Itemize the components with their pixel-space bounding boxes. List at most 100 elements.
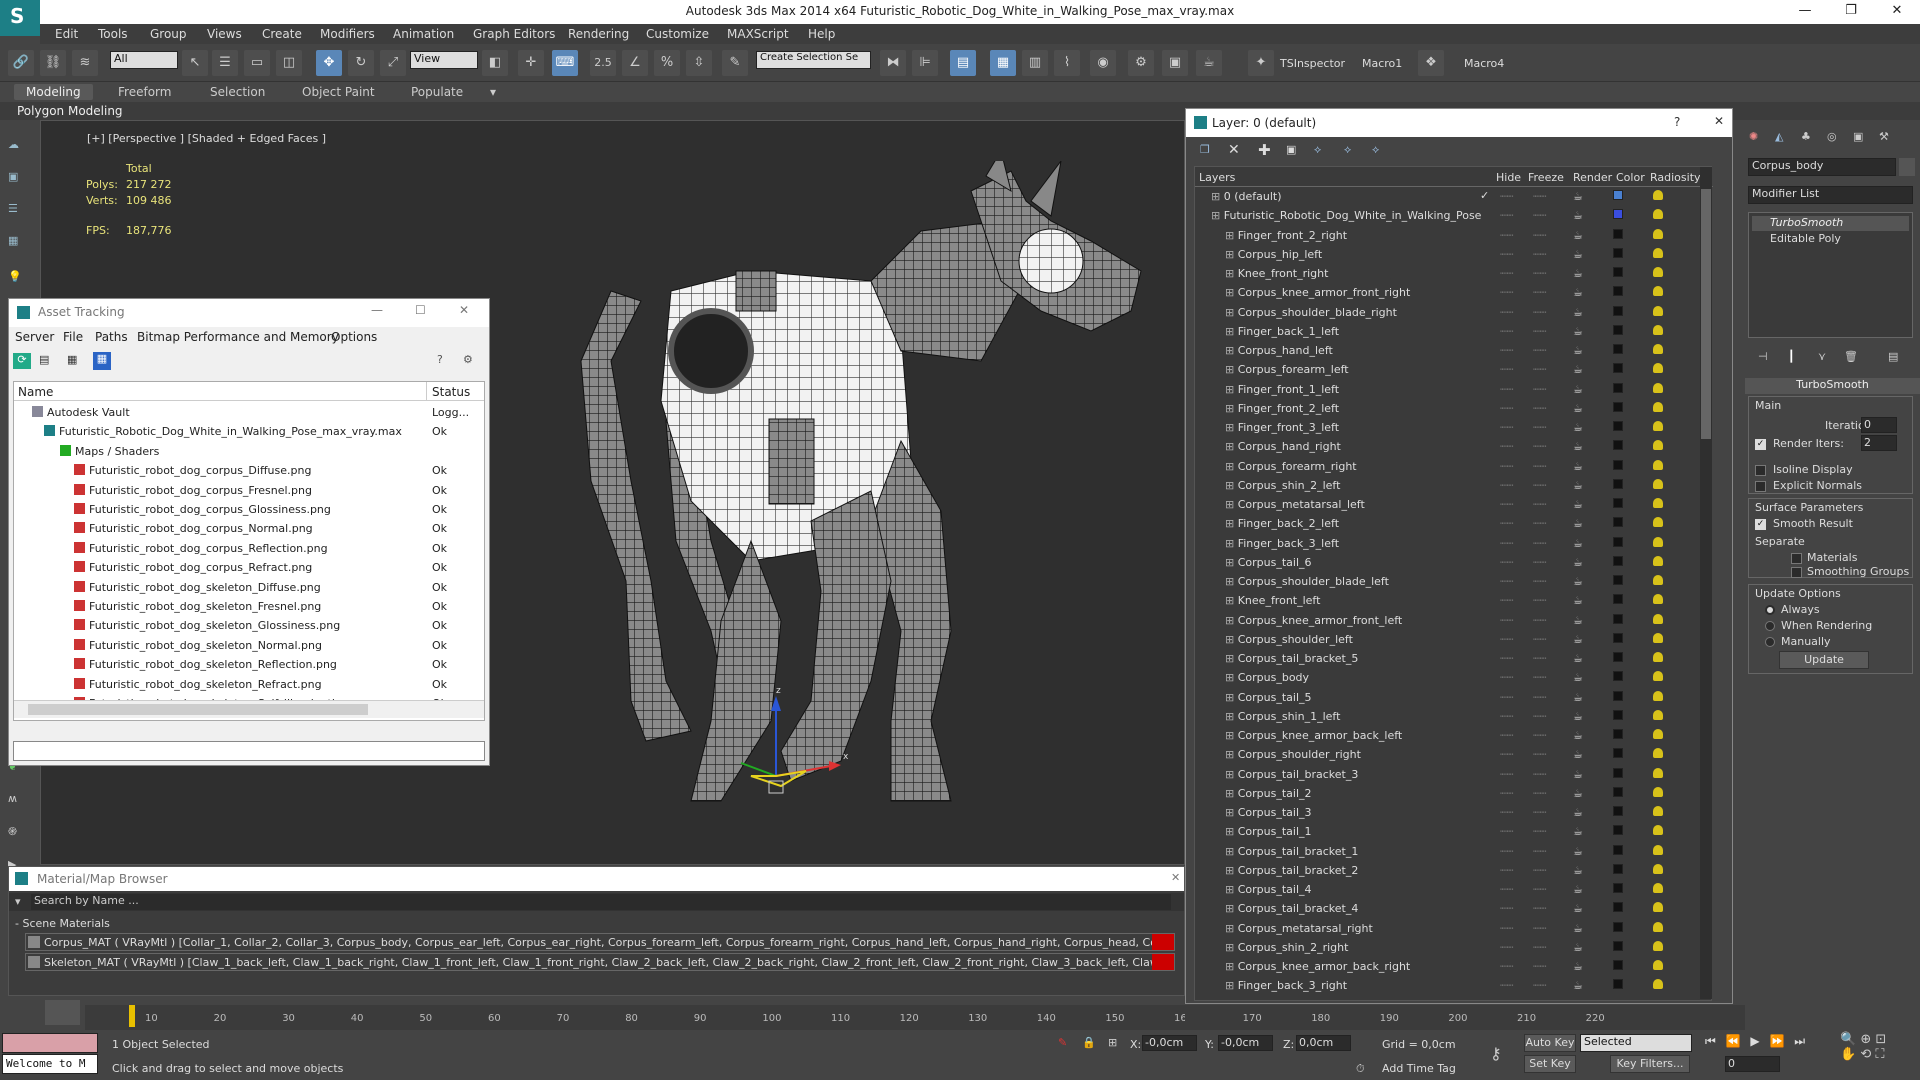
create-tab-icon[interactable]: ✺ bbox=[1749, 130, 1758, 143]
render-toggle-icon[interactable]: ☕ bbox=[1573, 864, 1583, 877]
layer-color-swatch[interactable] bbox=[1613, 440, 1623, 453]
layer-color-swatch[interactable] bbox=[1613, 344, 1623, 357]
rendered-frame-icon[interactable]: ▣ bbox=[1162, 50, 1188, 76]
layer-row[interactable]: ⊞ Futuristic_Robotic_Dog_White_in_Walkin… bbox=[1195, 206, 1700, 225]
move-gizmo[interactable]: z x bbox=[731, 681, 861, 811]
ribbon-options-icon[interactable]: ▾ bbox=[490, 85, 496, 99]
vertical-scrollbar[interactable] bbox=[1700, 167, 1712, 999]
render-setup-icon[interactable]: ⚙ bbox=[1128, 50, 1154, 76]
render-toggle-icon[interactable]: ☕ bbox=[1573, 383, 1583, 396]
render-toggle-icon[interactable]: ☕ bbox=[1573, 286, 1583, 299]
render-toggle-icon[interactable]: ☕ bbox=[1573, 710, 1583, 723]
minimize-icon[interactable]: — bbox=[371, 303, 383, 317]
menu-customize[interactable]: Customize bbox=[646, 27, 709, 41]
radiosity-icon[interactable] bbox=[1653, 344, 1663, 357]
edit-named-selection-icon[interactable]: ✎ bbox=[722, 50, 748, 76]
time-slider-marker[interactable] bbox=[129, 1005, 135, 1027]
layer-color-swatch[interactable] bbox=[1613, 786, 1623, 800]
grid-icon[interactable]: ▦ bbox=[8, 234, 32, 254]
layer-color-swatch[interactable] bbox=[1613, 998, 1623, 999]
freeze-toggle[interactable]: ┈┈ bbox=[1533, 671, 1546, 684]
material-row-skeleton[interactable]: Skeleton_MAT ( VRayMtl ) [Claw_1_back_le… bbox=[25, 953, 1175, 971]
render-toggle-icon[interactable]: ☕ bbox=[1573, 922, 1583, 935]
hide-toggle[interactable]: ┈┈ bbox=[1500, 652, 1513, 665]
link-icon[interactable]: 🔗 bbox=[8, 50, 34, 76]
horizontal-scrollbar[interactable] bbox=[14, 700, 484, 718]
layer-row[interactable]: ⊞ Corpus_shin_2_left ┈┈ ┈┈ ☕ bbox=[1195, 476, 1700, 495]
freeze-all-icon[interactable]: ⟡ bbox=[1372, 143, 1379, 157]
curve-editor-icon[interactable]: ⌇ bbox=[1054, 50, 1080, 76]
display-tab-icon[interactable]: ▣ bbox=[1853, 130, 1863, 143]
hide-toggle[interactable]: ┈┈ bbox=[1500, 922, 1513, 935]
freeze-toggle[interactable]: ┈┈ bbox=[1533, 344, 1546, 357]
render-toggle-icon[interactable]: ☕ bbox=[1573, 902, 1583, 915]
layer-color-swatch[interactable] bbox=[1613, 401, 1623, 415]
close-icon[interactable]: ✕ bbox=[459, 303, 469, 317]
layer-row[interactable]: ⊞ Corpus_knee_armor_back_right ┈┈ ┈┈ ☕ bbox=[1195, 957, 1700, 976]
radiosity-icon[interactable] bbox=[1653, 979, 1663, 992]
z-coordinate-field[interactable]: 0,0cm bbox=[1296, 1035, 1351, 1051]
menu-server[interactable]: Server bbox=[15, 330, 54, 344]
grid-view-icon[interactable]: ▦ bbox=[93, 352, 111, 370]
freeze-toggle[interactable]: ┈┈ bbox=[1533, 825, 1546, 838]
go-to-start-icon[interactable]: ⏮ bbox=[1705, 1034, 1716, 1048]
radiosity-icon[interactable] bbox=[1653, 324, 1663, 338]
freeze-toggle[interactable]: ┈┈ bbox=[1533, 883, 1546, 896]
tab-freeform[interactable]: Freeform bbox=[118, 85, 171, 99]
layer-row[interactable]: ⊞ Corpus_hand_right ┈┈ ┈┈ ☕ bbox=[1195, 437, 1700, 456]
menu-bitmap-performance[interactable]: Bitmap Performance and Memory bbox=[137, 330, 339, 344]
freeze-toggle[interactable]: ┈┈ bbox=[1533, 363, 1546, 376]
radiosity-icon[interactable] bbox=[1653, 902, 1663, 915]
asset-row[interactable]: Futuristic_robot_dog_skeleton_Diffuse.pn… bbox=[14, 578, 484, 597]
hide-toggle[interactable]: ┈┈ bbox=[1500, 729, 1513, 742]
layer-color-swatch[interactable] bbox=[1613, 748, 1623, 761]
layer-row[interactable]: ⊞ Corpus_tail_bracket_5 ┈┈ ┈┈ ☕ bbox=[1195, 649, 1700, 668]
radiosity-icon[interactable] bbox=[1653, 844, 1663, 858]
tab-selection[interactable]: Selection bbox=[210, 85, 265, 99]
menu-group[interactable]: Group bbox=[150, 27, 187, 41]
asset-row[interactable]: Futuristic_robot_dog_skeleton_Fresnel.pn… bbox=[14, 597, 484, 616]
layer-color-swatch[interactable] bbox=[1613, 960, 1623, 973]
radiosity-icon[interactable] bbox=[1653, 594, 1663, 607]
close-icon[interactable]: ✕ bbox=[1171, 871, 1180, 884]
render-toggle-icon[interactable]: ☕ bbox=[1573, 229, 1583, 242]
material-search-input[interactable]: Search by Name ... bbox=[31, 894, 1171, 910]
pan-icon[interactable]: ✋ bbox=[1840, 1047, 1856, 1062]
col-render[interactable]: Render bbox=[1573, 171, 1612, 184]
smooth-result-checkbox[interactable]: ✓ bbox=[1755, 519, 1766, 530]
hide-toggle[interactable]: ┈┈ bbox=[1500, 190, 1513, 203]
layer-color-swatch[interactable] bbox=[1613, 575, 1623, 588]
hide-all-icon[interactable]: ⟡ bbox=[1344, 143, 1351, 157]
graphite-tools-icon[interactable]: ▥ bbox=[1022, 50, 1048, 76]
render-toggle-icon[interactable]: ☕ bbox=[1573, 517, 1583, 530]
render-toggle-icon[interactable]: ☕ bbox=[1573, 883, 1583, 896]
snaps-toggle-icon[interactable]: 2.5 bbox=[590, 50, 616, 76]
asset-row[interactable]: Futuristic_robot_dog_corpus_Diffuse.png O… bbox=[14, 461, 484, 480]
hide-toggle[interactable]: ┈┈ bbox=[1500, 537, 1513, 550]
asset-row[interactable]: Futuristic_robot_dog_skeleton_Normal.png… bbox=[14, 636, 484, 655]
hide-toggle[interactable]: ┈┈ bbox=[1500, 344, 1513, 357]
select-rotate-icon[interactable]: ↻ bbox=[348, 50, 374, 76]
render-toggle-icon[interactable]: ☕ bbox=[1573, 306, 1583, 319]
hide-toggle[interactable]: ┈┈ bbox=[1500, 594, 1513, 607]
hide-toggle[interactable]: ┈┈ bbox=[1500, 267, 1513, 280]
layer-row[interactable]: ⊞ Finger_front_1_left ┈┈ ┈┈ ☕ bbox=[1195, 380, 1700, 399]
search-options-icon[interactable]: ▾ bbox=[15, 895, 21, 908]
add-to-layer-icon[interactable]: ✚ bbox=[1258, 141, 1271, 159]
object-name-field[interactable]: Corpus_body bbox=[1748, 158, 1896, 176]
freeze-toggle[interactable]: ┈┈ bbox=[1533, 864, 1546, 877]
hide-toggle[interactable]: ┈┈ bbox=[1500, 806, 1513, 819]
key-filters-button[interactable]: Key Filters... bbox=[1610, 1055, 1690, 1073]
radiosity-icon[interactable] bbox=[1653, 806, 1663, 819]
freeze-toggle[interactable]: ┈┈ bbox=[1533, 979, 1546, 992]
freeze-toggle[interactable]: ┈┈ bbox=[1533, 710, 1546, 723]
layer-color-swatch[interactable] bbox=[1613, 382, 1623, 396]
layer-row[interactable]: ⊞ Finger_back_3_right ┈┈ ┈┈ ☕ bbox=[1195, 976, 1700, 995]
layer-row[interactable]: ⊞ Corpus_forearm_left ┈┈ ┈┈ ☕ bbox=[1195, 360, 1700, 379]
hide-toggle[interactable]: ┈┈ bbox=[1500, 845, 1513, 858]
freeze-toggle[interactable]: ┈┈ bbox=[1533, 383, 1546, 396]
freeze-toggle[interactable]: ┈┈ bbox=[1533, 229, 1546, 242]
spinner-snap-icon[interactable]: ⇳ bbox=[686, 50, 712, 76]
stack-editable-poly[interactable]: Editable Poly bbox=[1752, 232, 1909, 247]
maxscript-listener-bottom[interactable]: Welcome to M bbox=[2, 1054, 98, 1074]
